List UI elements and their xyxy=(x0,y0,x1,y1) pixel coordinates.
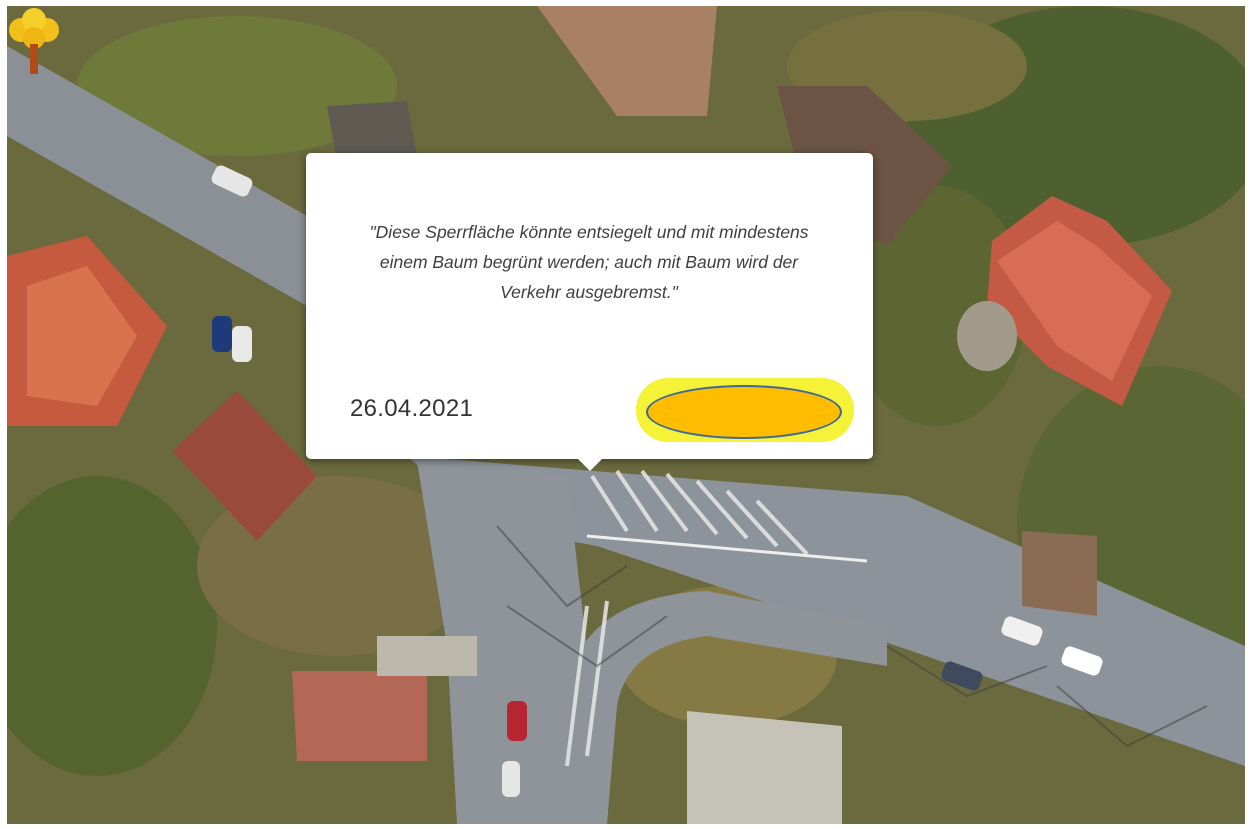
tree-marker-icon[interactable] xyxy=(7,6,61,76)
popup-action-button[interactable] xyxy=(636,378,854,442)
button-oval xyxy=(646,385,842,439)
popup-pointer xyxy=(576,457,604,471)
popup-date: 26.04.2021 xyxy=(350,395,474,422)
popup-quote: "Diese Sperrfläche könnte entsiegelt und… xyxy=(369,222,809,302)
info-popup: "Diese Sperrfläche könnte entsiegelt und… xyxy=(306,153,873,471)
